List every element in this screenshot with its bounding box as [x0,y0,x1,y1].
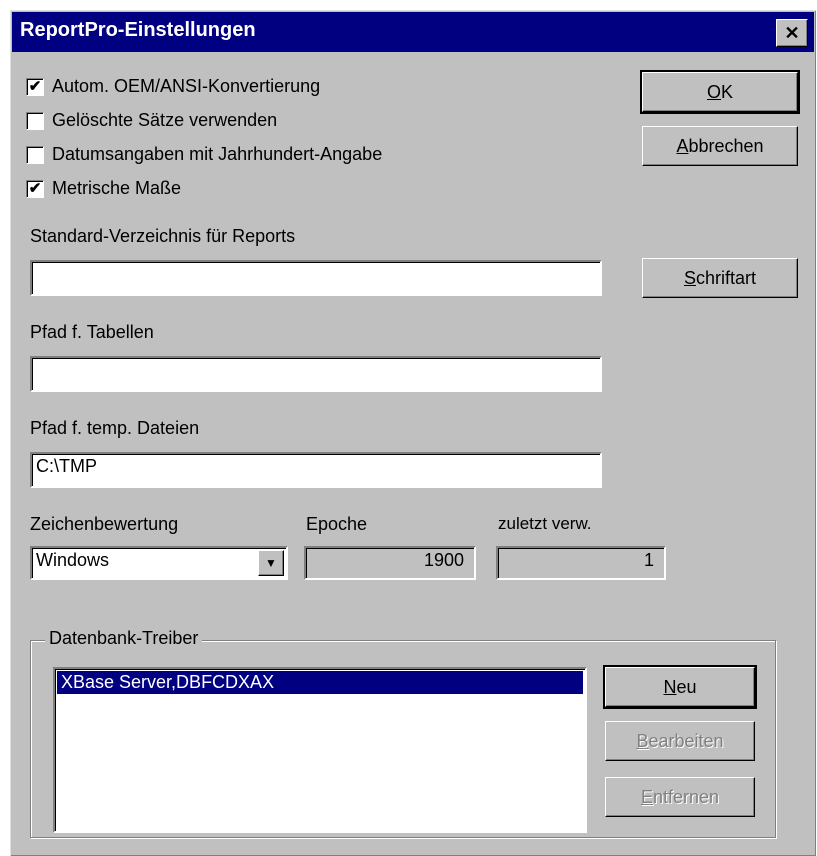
option-deleted-records-label: Gelöschte Sätze verwenden [52,110,278,130]
new-label: eu [676,676,697,697]
checkbox-metric[interactable]: ✔ [26,179,44,198]
checkbox-deleted-records[interactable] [26,111,44,130]
font-mnemonic: S [683,267,696,288]
window-title: ReportPro-Einstellungen [20,19,256,41]
cancel-mnemonic: A [676,135,689,156]
title-bar: ReportPro-Einstellungen ✕ [12,12,814,52]
edit-label: earbeiten [648,730,724,751]
driver-list[interactable]: XBase Server,DBFCDXAX [53,667,587,833]
edit-driver-button[interactable]: Bearbeiten [605,721,755,761]
charset-select[interactable]: Windows ▼ [30,546,288,580]
option-oem-ansi[interactable]: ✔ Autom. OEM/ANSI-Konvertierung [26,76,320,97]
driver-groupbox: Datenbank-Treiber XBase Server,DBFCDXAX … [30,628,776,838]
new-driver-button[interactable]: Neu [603,665,757,709]
option-oem-ansi-label: Autom. OEM/ANSI-Konvertierung [52,76,321,96]
option-century-dates[interactable]: Datumsangaben mit Jahrhundert-Angabe [26,144,382,165]
remove-driver-button[interactable]: Entfernen [605,777,755,817]
close-icon: ✕ [784,23,800,43]
table-path-input[interactable] [30,356,602,392]
temp-path-input[interactable]: C:\TMP [30,452,602,488]
checkmark-icon: ✔ [28,180,42,197]
report-dir-input[interactable] [30,260,602,296]
checkmark-icon: ✔ [28,78,42,95]
option-deleted-records[interactable]: Gelöschte Sätze verwenden [26,110,277,131]
remove-mnemonic: E [640,786,653,807]
chevron-down-icon[interactable]: ▼ [258,550,284,576]
last-used-label: zuletzt verw. [498,514,592,533]
epoch-label: Epoche [306,514,368,534]
table-path-label: Pfad f. Tabellen [30,322,154,342]
new-mnemonic: N [663,676,677,697]
option-century-dates-label: Datumsangaben mit Jahrhundert-Angabe [52,144,383,164]
checkbox-century-dates[interactable] [26,145,44,164]
option-metric[interactable]: ✔ Metrische Maße [26,178,181,199]
font-button[interactable]: Schriftart [642,258,798,298]
settings-dialog: ReportPro-Einstellungen ✕ ✔ Autom. OEM/A… [10,10,816,856]
font-label: chriftart [696,267,757,288]
list-item[interactable]: XBase Server,DBFCDXAX [57,671,583,694]
charset-value: Windows [36,550,110,570]
report-dir-label: Standard-Verzeichnis für Reports [30,226,296,246]
checkbox-oem-ansi[interactable]: ✔ [26,77,44,96]
option-metric-label: Metrische Maße [52,178,182,198]
charset-label: Zeichenbewertung [30,514,179,534]
cancel-button[interactable]: Abbrechen [642,126,798,166]
ok-mnemonic: O [706,81,721,102]
driver-group-label: Datenbank-Treiber [45,628,203,649]
edit-mnemonic: B [636,730,649,751]
ok-button[interactable]: OK [640,70,800,114]
ok-label: K [721,81,734,102]
cancel-label: bbrechen [688,135,764,156]
remove-label: ntfernen [652,786,720,807]
close-button[interactable]: ✕ [776,19,808,47]
epoch-field: 1900 [304,546,476,580]
last-used-field: 1 [496,546,666,580]
temp-path-label: Pfad f. temp. Dateien [30,418,200,438]
